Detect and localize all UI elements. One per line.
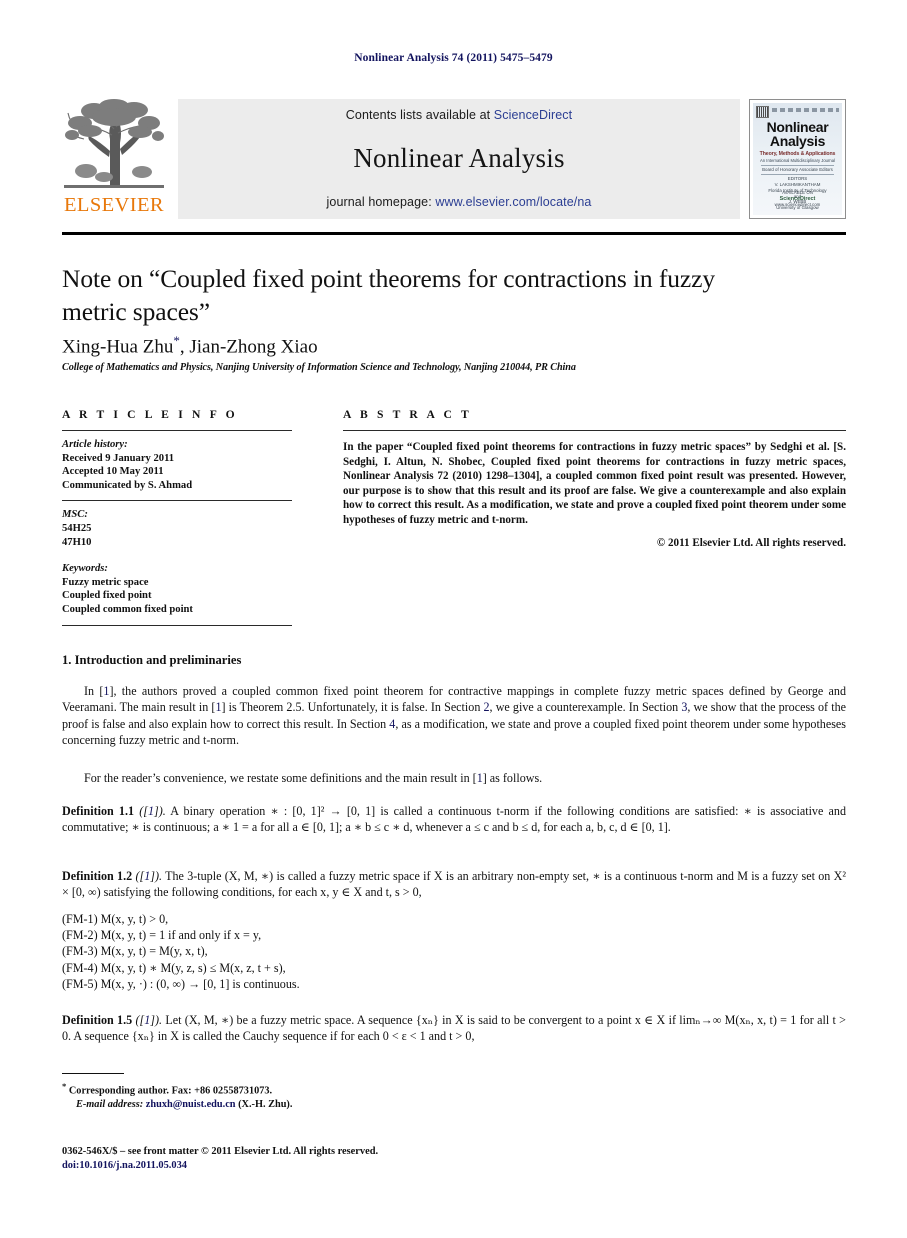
paper-page: Nonlinear Analysis 74 (2011) 5475–5479 E…: [0, 0, 907, 1238]
elsevier-tree-icon: [64, 99, 164, 188]
fm-condition: (FM-2) M(x, y, t) = 1 if and only if x =…: [62, 928, 262, 943]
definition-text: A binary operation ∗ : [0, 1]² → [0, 1] …: [62, 804, 846, 835]
fm-condition: (FM-5) M(x, y, ·) : (0, ∞) → [0, 1] is c…: [62, 976, 300, 991]
journal-cover-thumbnail: Nonlinear Analysis Theory, Methods & App…: [749, 99, 846, 219]
cover-rule-1: [761, 165, 834, 166]
definition-label: Definition 1.5: [62, 1013, 133, 1027]
definition-text: Let (X, M, ∗) be a fuzzy metric space. A…: [62, 1013, 846, 1044]
article-info-heading: A R T I C L E I N F O: [62, 408, 238, 421]
p2-seg-a: For the reader’s convenience, we restate…: [84, 771, 477, 785]
contents-prefix: Contents lists available at: [345, 108, 494, 122]
def-cite-open: ([: [135, 1013, 145, 1027]
email-note: E-mail address: zhuxh@nuist.edu.cn (X.-H…: [62, 1098, 562, 1112]
p2-seg-b: ] as follows.: [482, 771, 543, 785]
keywords-label: Keywords:: [62, 563, 108, 575]
keyword-item: Fuzzy metric space: [62, 576, 149, 588]
info-rule-bottom: [62, 624, 292, 626]
cover-board-line: Board of Honorary Associate Editors: [762, 167, 833, 172]
homepage-line: journal homepage: www.elsevier.com/locat…: [327, 195, 592, 209]
section-heading-introduction: 1. Introduction and preliminaries: [62, 653, 242, 667]
email-link[interactable]: zhuxh@nuist.edu.cn: [146, 1099, 236, 1110]
fm-condition: (FM-1) M(x, y, t) > 0,: [62, 912, 169, 926]
cover-subtitle: Theory, Methods & Applications: [759, 151, 836, 157]
definition-1-2: Definition 1.2 ([1]). The 3-tuple (X, M,…: [62, 868, 846, 901]
msc-code: 47H10: [62, 536, 92, 548]
cover-title-line2: Analysis: [769, 132, 826, 149]
fuzzy-metric-conditions-list: (FM-1) M(x, y, t) > 0, (FM-2) M(x, y, t)…: [62, 911, 562, 992]
article-history-group: Article history: Received 9 January 2011…: [62, 431, 292, 500]
author-1: Xing-Hua Zhu: [62, 336, 174, 358]
front-matter-line: 0362-546X/$ – see front matter © 2011 El…: [62, 1146, 379, 1157]
p1-seg-c: ] is Theorem 2.5. Unfortunately, it is f…: [221, 700, 484, 715]
author-list: Xing-Hua Zhu*, Jian-Zhong Xiao: [62, 333, 762, 358]
cover-sd-url: www.sciencedirect.com: [774, 202, 821, 207]
journal-title: Nonlinear Analysis: [353, 143, 565, 173]
corresponding-author-text: Corresponding author. Fax: +86 025587310…: [66, 1085, 273, 1097]
barcode-icon: [756, 106, 769, 118]
corresponding-author-note: * Corresponding author. Fax: +86 0255873…: [62, 1079, 562, 1098]
contents-line: Contents lists available at ScienceDirec…: [346, 108, 572, 122]
fm-condition: (FM-3) M(x, y, t) = M(y, x, t),: [62, 944, 208, 959]
definition-1-1: Definition 1.1 ([1]). A binary operation…: [62, 803, 846, 836]
definition-label: Definition 1.2: [62, 869, 133, 883]
def-cite-open: ([: [135, 869, 145, 883]
intro-paragraph-2: For the reader’s convenience, we restate…: [62, 770, 846, 786]
journal-banner: Contents lists available at ScienceDirec…: [178, 99, 740, 219]
imprint-block: 0362-546X/$ – see front matter © 2011 El…: [62, 1145, 582, 1172]
cover-subtitle2: An International Multidisciplinary Journ…: [760, 158, 835, 163]
running-head: Nonlinear Analysis 74 (2011) 5475–5479: [354, 52, 553, 64]
email-owner: (X.-H. Zhu).: [235, 1099, 293, 1111]
history-received: Received 9 January 2011: [62, 452, 175, 464]
article-info-column: A R T I C L E I N F O Article history: R…: [62, 408, 292, 626]
keyword-item: Coupled fixed point: [62, 590, 152, 602]
sciencedirect-link[interactable]: ScienceDirect: [494, 108, 572, 122]
abstract-text: In the paper “Coupled fixed point theore…: [343, 441, 846, 526]
journal-masthead: ELSEVIER Contents lists available at Sci…: [62, 99, 846, 219]
intro-paragraph-1: In [1], the authors proved a coupled com…: [62, 683, 846, 749]
cover-inner: Nonlinear Analysis Theory, Methods & App…: [753, 103, 842, 215]
elsevier-wordmark: ELSEVIER: [64, 194, 164, 216]
homepage-link[interactable]: www.elsevier.com/locate/na: [435, 195, 591, 209]
history-label: Article history:: [62, 439, 128, 450]
abstract-column: A B S T R A C T In the paper “Coupled fi…: [343, 408, 846, 549]
definition-label: Definition 1.1: [62, 804, 135, 818]
history-communicated: Communicated by S. Ahmad: [62, 479, 193, 491]
definition-text: The 3-tuple (X, M, ∗) is called a fuzzy …: [62, 869, 846, 900]
email-label: E-mail address:: [76, 1099, 144, 1111]
def-cite-open: ([: [139, 804, 148, 818]
cover-top-rule: [772, 108, 839, 112]
homepage-prefix: journal homepage:: [326, 195, 436, 209]
definition-1-5: Definition 1.5 ([1]). Let (X, M, ∗) be a…: [62, 1012, 846, 1045]
abstract-copyright: © 2011 Elsevier Ltd. All rights reserved…: [656, 536, 846, 549]
def-cite-close: ]).: [154, 804, 166, 818]
footnote-rule: [62, 1073, 124, 1075]
p1-seg-a: In [: [84, 684, 104, 698]
masthead-divider: [62, 232, 846, 235]
msc-label: MSC:: [62, 509, 88, 521]
cover-rule-2: [761, 174, 834, 175]
doi-link[interactable]: doi:10.1016/j.na.2011.05.034: [62, 1159, 582, 1173]
affiliation: College of Mathematics and Physics, Nanj…: [62, 362, 576, 373]
elsevier-logo: ELSEVIER: [62, 99, 166, 219]
cover-avail-label: AVAILABLE ON: [782, 190, 813, 195]
footnote-block: * Corresponding author. Fax: +86 0255873…: [62, 1079, 562, 1112]
history-accepted: Accepted 10 May 2011: [62, 466, 164, 478]
p1-seg-d: , we give a counterexample. In Section: [489, 700, 682, 715]
def-cite-close: ]).: [150, 1013, 163, 1027]
msc-keywords-group: MSC: 54H25 47H10 Keywords: Fuzzy metric …: [62, 501, 292, 624]
def-cite-close: ]).: [150, 869, 163, 883]
cover-title: Nonlinear Analysis: [753, 120, 842, 149]
page-title: Note on “Coupled fixed point theorems fo…: [62, 264, 715, 326]
msc-code: 54H25: [62, 522, 92, 534]
keyword-item: Coupled common fixed point: [62, 603, 193, 615]
fm-condition: (FM-4) M(x, y, t) ∗ M(y, z, s) ≤ M(x, z,…: [62, 960, 286, 975]
cover-footer: AVAILABLE ON ScienceDirect www.sciencedi…: [753, 190, 842, 208]
author-2: , Jian-Zhong Xiao: [179, 336, 318, 358]
abstract-heading: A B S T R A C T: [343, 408, 472, 421]
